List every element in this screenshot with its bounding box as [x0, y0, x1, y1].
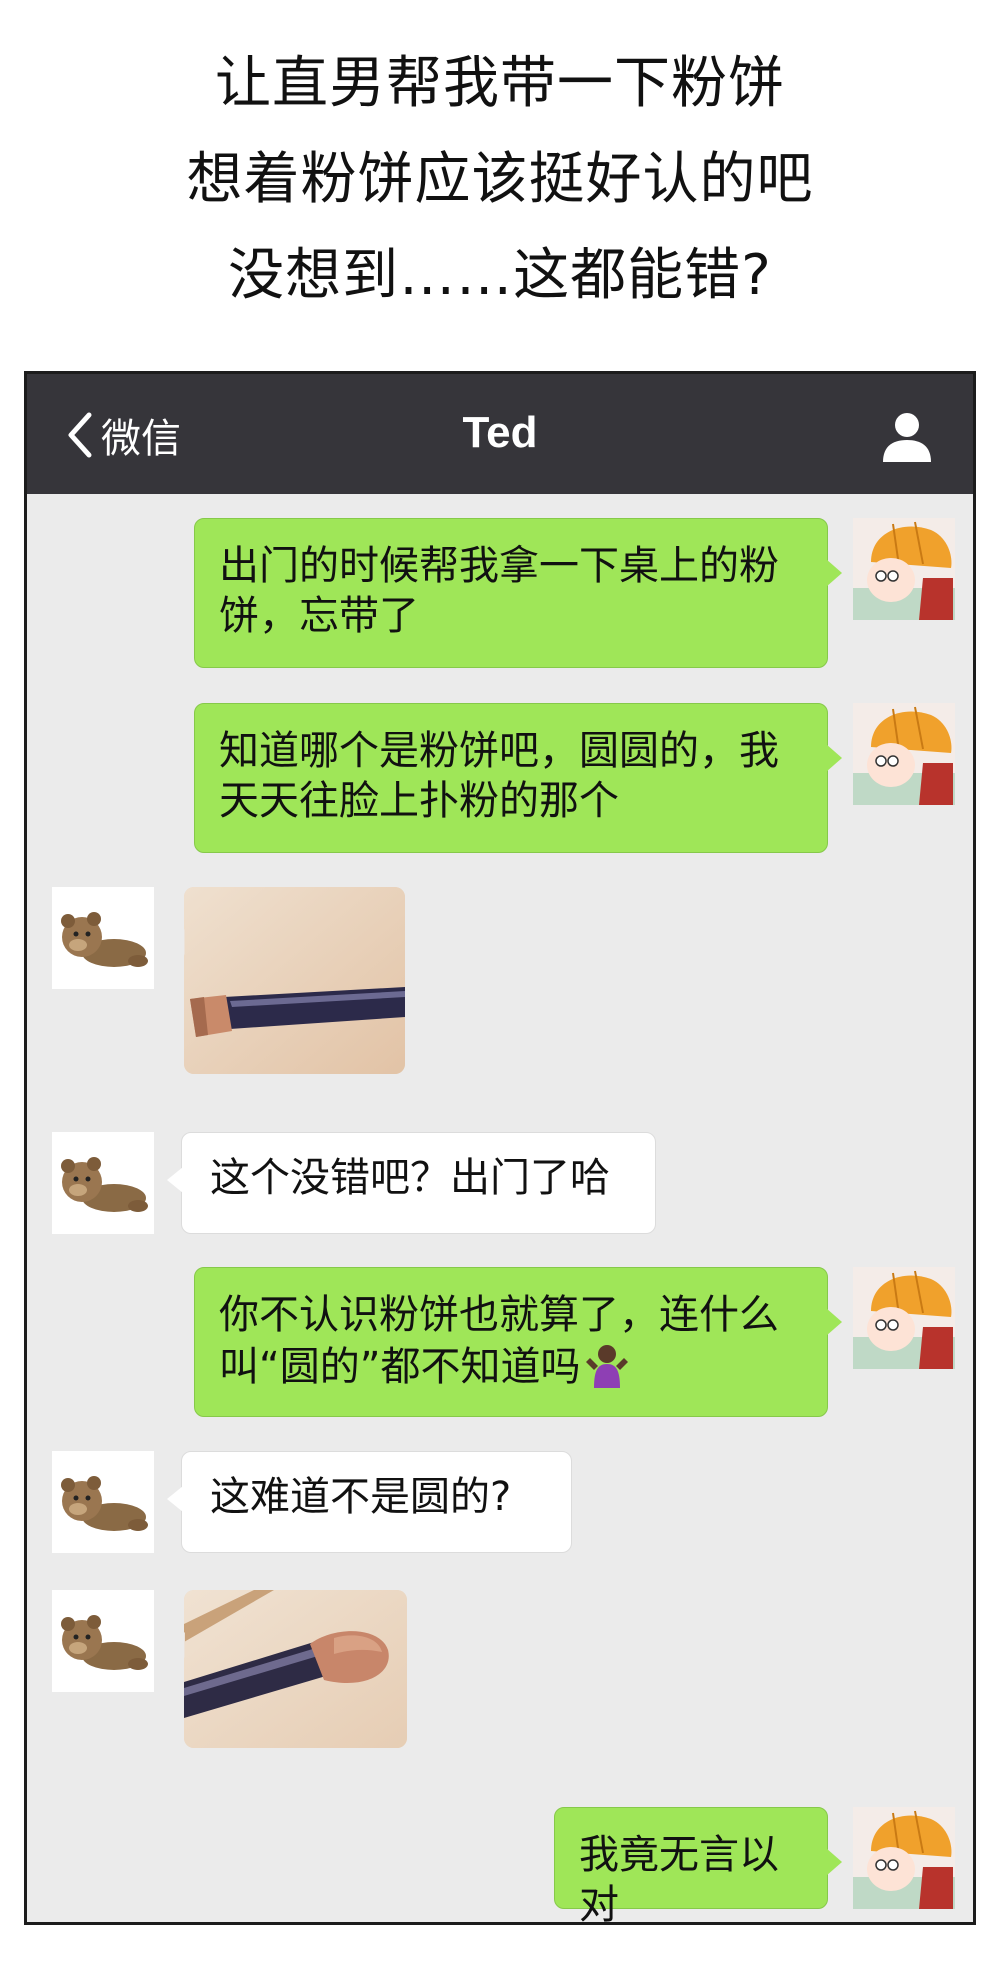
my-avatar[interactable]	[853, 1807, 955, 1909]
message-line: 我竟无言以对	[579, 1832, 779, 1925]
message-line: 这个没错吧？出门了哈	[210, 1155, 610, 1201]
chat-title: Ted	[462, 408, 538, 457]
message-line: 叫“圆的”都不知道吗	[219, 1340, 803, 1392]
message-line: 知道哪个是粉饼吧，圆圆的，我	[219, 728, 779, 774]
caption-line-3: 没想到……这都能错?	[228, 243, 772, 308]
ted-avatar[interactable]	[52, 1132, 154, 1234]
caption-line-1: 让直男帮我带一下粉饼	[215, 51, 785, 116]
message-line: 这难道不是圆的?	[210, 1474, 512, 1520]
ted-avatar[interactable]	[52, 887, 154, 989]
my-message-bubble[interactable]: 我竟无言以对	[554, 1807, 842, 1922]
makeup-brush-photo	[184, 1590, 407, 1748]
contact-info-button[interactable]	[879, 408, 935, 464]
chat-photo[interactable]	[184, 887, 405, 1074]
my-message-bubble[interactable]: 知道哪个是粉饼吧，圆圆的，我 天天往脸上扑粉的那个	[194, 703, 842, 853]
ted-avatar[interactable]	[52, 1451, 154, 1553]
girl-cartoon-avatar-icon	[853, 1807, 955, 1909]
my-avatar[interactable]	[853, 703, 955, 805]
shrug-emoji-icon	[586, 1345, 629, 1388]
message-line: 天天往脸上扑粉的那个	[219, 778, 619, 824]
teddy-bear-avatar-icon	[52, 1590, 154, 1692]
makeup-brush-photo	[184, 887, 405, 1074]
caption-line-2: 想着粉饼应该挺好认的吧	[186, 147, 814, 212]
my-message-bubble[interactable]: 你不认识粉饼也就算了，连什么 叫“圆的”都不知道吗	[194, 1267, 842, 1417]
teddy-bear-avatar-icon	[52, 1451, 154, 1553]
my-avatar[interactable]	[853, 1267, 955, 1369]
girl-cartoon-avatar-icon	[853, 703, 955, 805]
girl-cartoon-avatar-icon	[853, 518, 955, 620]
ted-message-bubble[interactable]: 这个没错吧？出门了哈	[167, 1132, 656, 1234]
chat-photo[interactable]	[184, 1590, 407, 1748]
navbar: 微信 Ted	[27, 374, 973, 494]
message-line: 饼，忘带了	[219, 593, 419, 639]
message-line: 你不认识粉饼也就算了，连什么	[219, 1292, 779, 1338]
my-avatar[interactable]	[853, 518, 955, 620]
my-message-bubble[interactable]: 出门的时候帮我拿一下桌上的粉 饼，忘带了	[194, 518, 842, 668]
chat-window: 微信 Ted 出门的时候帮我拿一下桌上的粉 饼，忘带了 知道哪个是粉饼吧，圆圆的…	[24, 371, 976, 1925]
ted-avatar[interactable]	[52, 1590, 154, 1692]
girl-cartoon-avatar-icon	[853, 1267, 955, 1369]
person-icon	[883, 413, 931, 462]
teddy-bear-avatar-icon	[52, 887, 154, 989]
message-text: 叫“圆的”都不知道吗	[219, 1344, 581, 1390]
teddy-bear-avatar-icon	[52, 1132, 154, 1234]
ted-message-bubble[interactable]: 这难道不是圆的?	[167, 1451, 572, 1553]
message-line: 出门的时候帮我拿一下桌上的粉	[219, 543, 779, 589]
